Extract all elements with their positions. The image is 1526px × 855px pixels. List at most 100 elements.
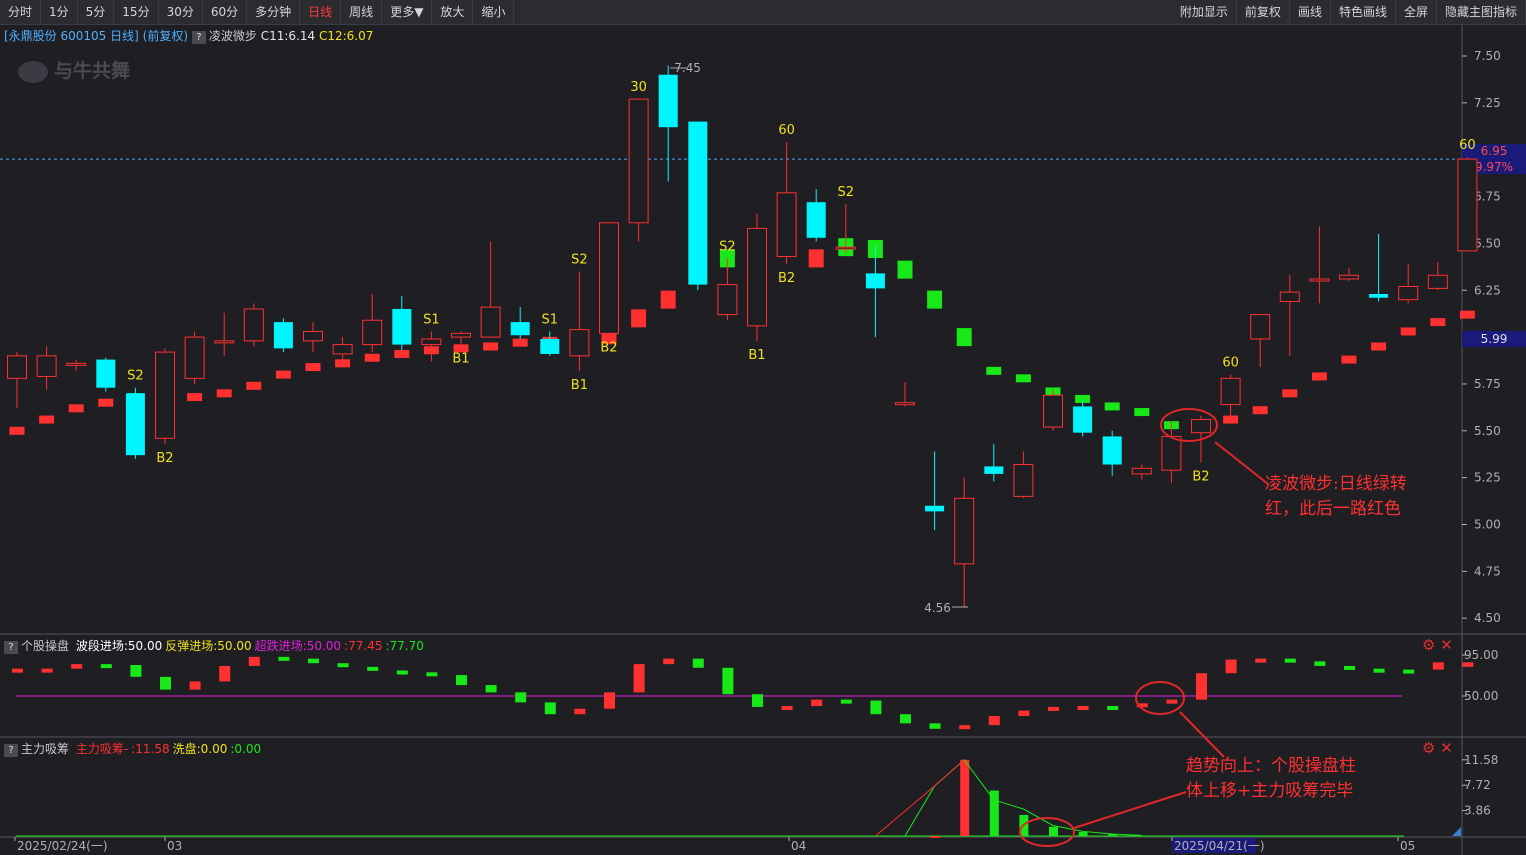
indicator-step <box>1459 310 1475 319</box>
candle-body <box>510 322 530 336</box>
tab-daily[interactable]: 日线 <box>300 0 342 24</box>
price-tick-label: 5.00 <box>1474 518 1501 532</box>
price-tick-label: 7.25 <box>1474 96 1501 110</box>
indicator-step <box>1371 342 1387 351</box>
zoom-out-button[interactable]: 缩小 <box>473 0 515 24</box>
ind2-bar <box>1166 699 1178 704</box>
ind2-bar <box>663 658 675 665</box>
candle-body <box>1398 286 1419 301</box>
ind2-bar <box>426 672 438 677</box>
ind3-bar <box>1049 826 1058 836</box>
kline-chart[interactable]: 7.507.257.006.756.506.256.005.755.505.25… <box>0 0 1526 855</box>
forward-adjust-button[interactable]: 前复权 <box>1237 0 1290 24</box>
price-tick-label: 6.50 <box>1474 236 1501 250</box>
indicator-step <box>1341 355 1357 364</box>
special-draw-button[interactable]: 特色画线 <box>1331 0 1396 24</box>
ind2-bar <box>1373 668 1385 673</box>
candle-body <box>658 74 678 128</box>
close-icon[interactable]: ✕ <box>1440 636 1453 654</box>
low-price-label: 4.56 <box>924 601 951 615</box>
ind3-bar <box>960 759 970 836</box>
ind2-bar <box>722 667 734 695</box>
candle-body <box>540 338 560 354</box>
ind2-bar <box>71 664 83 669</box>
adjust-mode[interactable]: (前复权) <box>143 29 188 43</box>
ind2-field: 波段进场:50.00 <box>75 639 163 653</box>
ind2-help-icon[interactable]: ? <box>4 641 18 654</box>
annotation-line: 红，此后一路红色 <box>1265 499 1401 519</box>
current-price-label: 6.95 <box>1481 144 1508 158</box>
ind2-bar <box>574 708 586 715</box>
price-tick-label: 7.50 <box>1474 49 1501 63</box>
ind3-help-icon[interactable]: ? <box>4 744 18 757</box>
watermark-logo: 与牛共舞 <box>18 56 130 83</box>
candle-body <box>184 336 205 379</box>
draw-line-button[interactable]: 画线 <box>1290 0 1331 24</box>
candle-body <box>421 338 442 346</box>
ind2-bar <box>959 725 971 730</box>
indicator-step <box>1430 318 1446 327</box>
signal-label: B1 <box>571 378 588 393</box>
extra-display-button[interactable]: 附加显示 <box>1172 0 1237 24</box>
indicator-step <box>305 363 321 372</box>
ind2-bar <box>337 663 349 668</box>
ind2-bar <box>1077 706 1089 711</box>
zoom-in-button[interactable]: 放大 <box>432 0 474 24</box>
ind2-tick-label: 95.00 <box>1464 648 1498 662</box>
c12-value: C12:6.07 <box>318 29 374 43</box>
ind3-bar <box>1078 832 1088 836</box>
tab-multi-min[interactable]: 多分钟 <box>247 0 301 24</box>
chart-header: [永鼎股份 600105 日线] (前复权) ? 凌波微步 C11:6.14 C1… <box>4 27 373 44</box>
ind3-controls: ⚙ ✕ <box>1422 739 1453 757</box>
indicator-step <box>1282 389 1298 398</box>
tab-more[interactable]: 更多▼ <box>382 0 433 24</box>
signal-label: 60 <box>1222 356 1239 371</box>
signal-label: B2 <box>156 451 173 466</box>
ind2-bar <box>1018 710 1030 717</box>
tab-weekly[interactable]: 周线 <box>341 0 383 24</box>
indicator-step <box>9 426 25 435</box>
tab-fenshi[interactable]: 分时 <box>0 0 42 24</box>
fullscreen-button[interactable]: 全屏 <box>1396 0 1437 24</box>
ind2-bar <box>929 723 941 729</box>
ind3-tick-label: 7.72 <box>1464 778 1491 792</box>
candle-body <box>96 359 116 388</box>
settings-gear-icon[interactable]: ⚙ <box>1422 739 1435 757</box>
annotation-accumulation: 趋势向上：个股操盘柱 体上移+主力吸筹完毕 <box>1186 754 1356 804</box>
stock-title[interactable]: [永鼎股份 600105 日线] <box>4 29 139 43</box>
ind2-bar <box>456 675 467 686</box>
candle-body <box>569 329 590 357</box>
tab-1min[interactable]: 1分 <box>41 0 78 24</box>
help-icon[interactable]: ? <box>191 31 206 44</box>
tab-30min[interactable]: 30分 <box>159 0 203 24</box>
candle-body <box>925 505 945 512</box>
candle-body <box>747 227 767 327</box>
candle-body <box>628 98 649 224</box>
indicator-step <box>483 342 499 351</box>
ind2-field: 反弹进场:50.00 <box>165 639 252 653</box>
price-tick-label: 6.75 <box>1474 190 1501 204</box>
ind2-bar <box>219 665 231 682</box>
signal-label: B2 <box>778 271 795 286</box>
ind3-fields: 主力吸筹-:11.58 洗盘:0.00:0.00 <box>73 742 261 756</box>
candle-body <box>835 246 856 250</box>
ind3-title[interactable]: 主力吸筹 <box>21 742 69 756</box>
signal-label: 30 <box>630 80 647 95</box>
candle-body <box>66 362 87 366</box>
hide-indicator-button[interactable]: 隐藏主图指标 <box>1437 0 1526 24</box>
settings-gear-icon[interactable]: ⚙ <box>1422 636 1435 654</box>
tab-5min[interactable]: 5分 <box>78 0 115 24</box>
indicator-name[interactable]: 凌波微步 <box>209 29 257 43</box>
tab-60min[interactable]: 60分 <box>203 0 248 24</box>
close-icon[interactable]: ✕ <box>1440 739 1453 757</box>
ind2-title[interactable]: 个股操盘 <box>21 639 69 653</box>
ind2-bar <box>100 664 112 669</box>
ind2-fields: 波段进场:50.00 反弹进场:50.00 超跌进场:50.00:77.45:77.… <box>73 639 424 653</box>
candle-body <box>362 319 383 346</box>
indicator-step <box>364 353 380 362</box>
candle-body <box>1043 394 1063 428</box>
ind2-bar <box>900 714 911 724</box>
tab-15min[interactable]: 15分 <box>114 0 159 24</box>
indicator-step <box>897 260 913 279</box>
period-toolbar: 分时 1分 5分 15分 30分 60分 多分钟 日线 周线 更多▼ 放大 缩小… <box>0 0 1526 25</box>
